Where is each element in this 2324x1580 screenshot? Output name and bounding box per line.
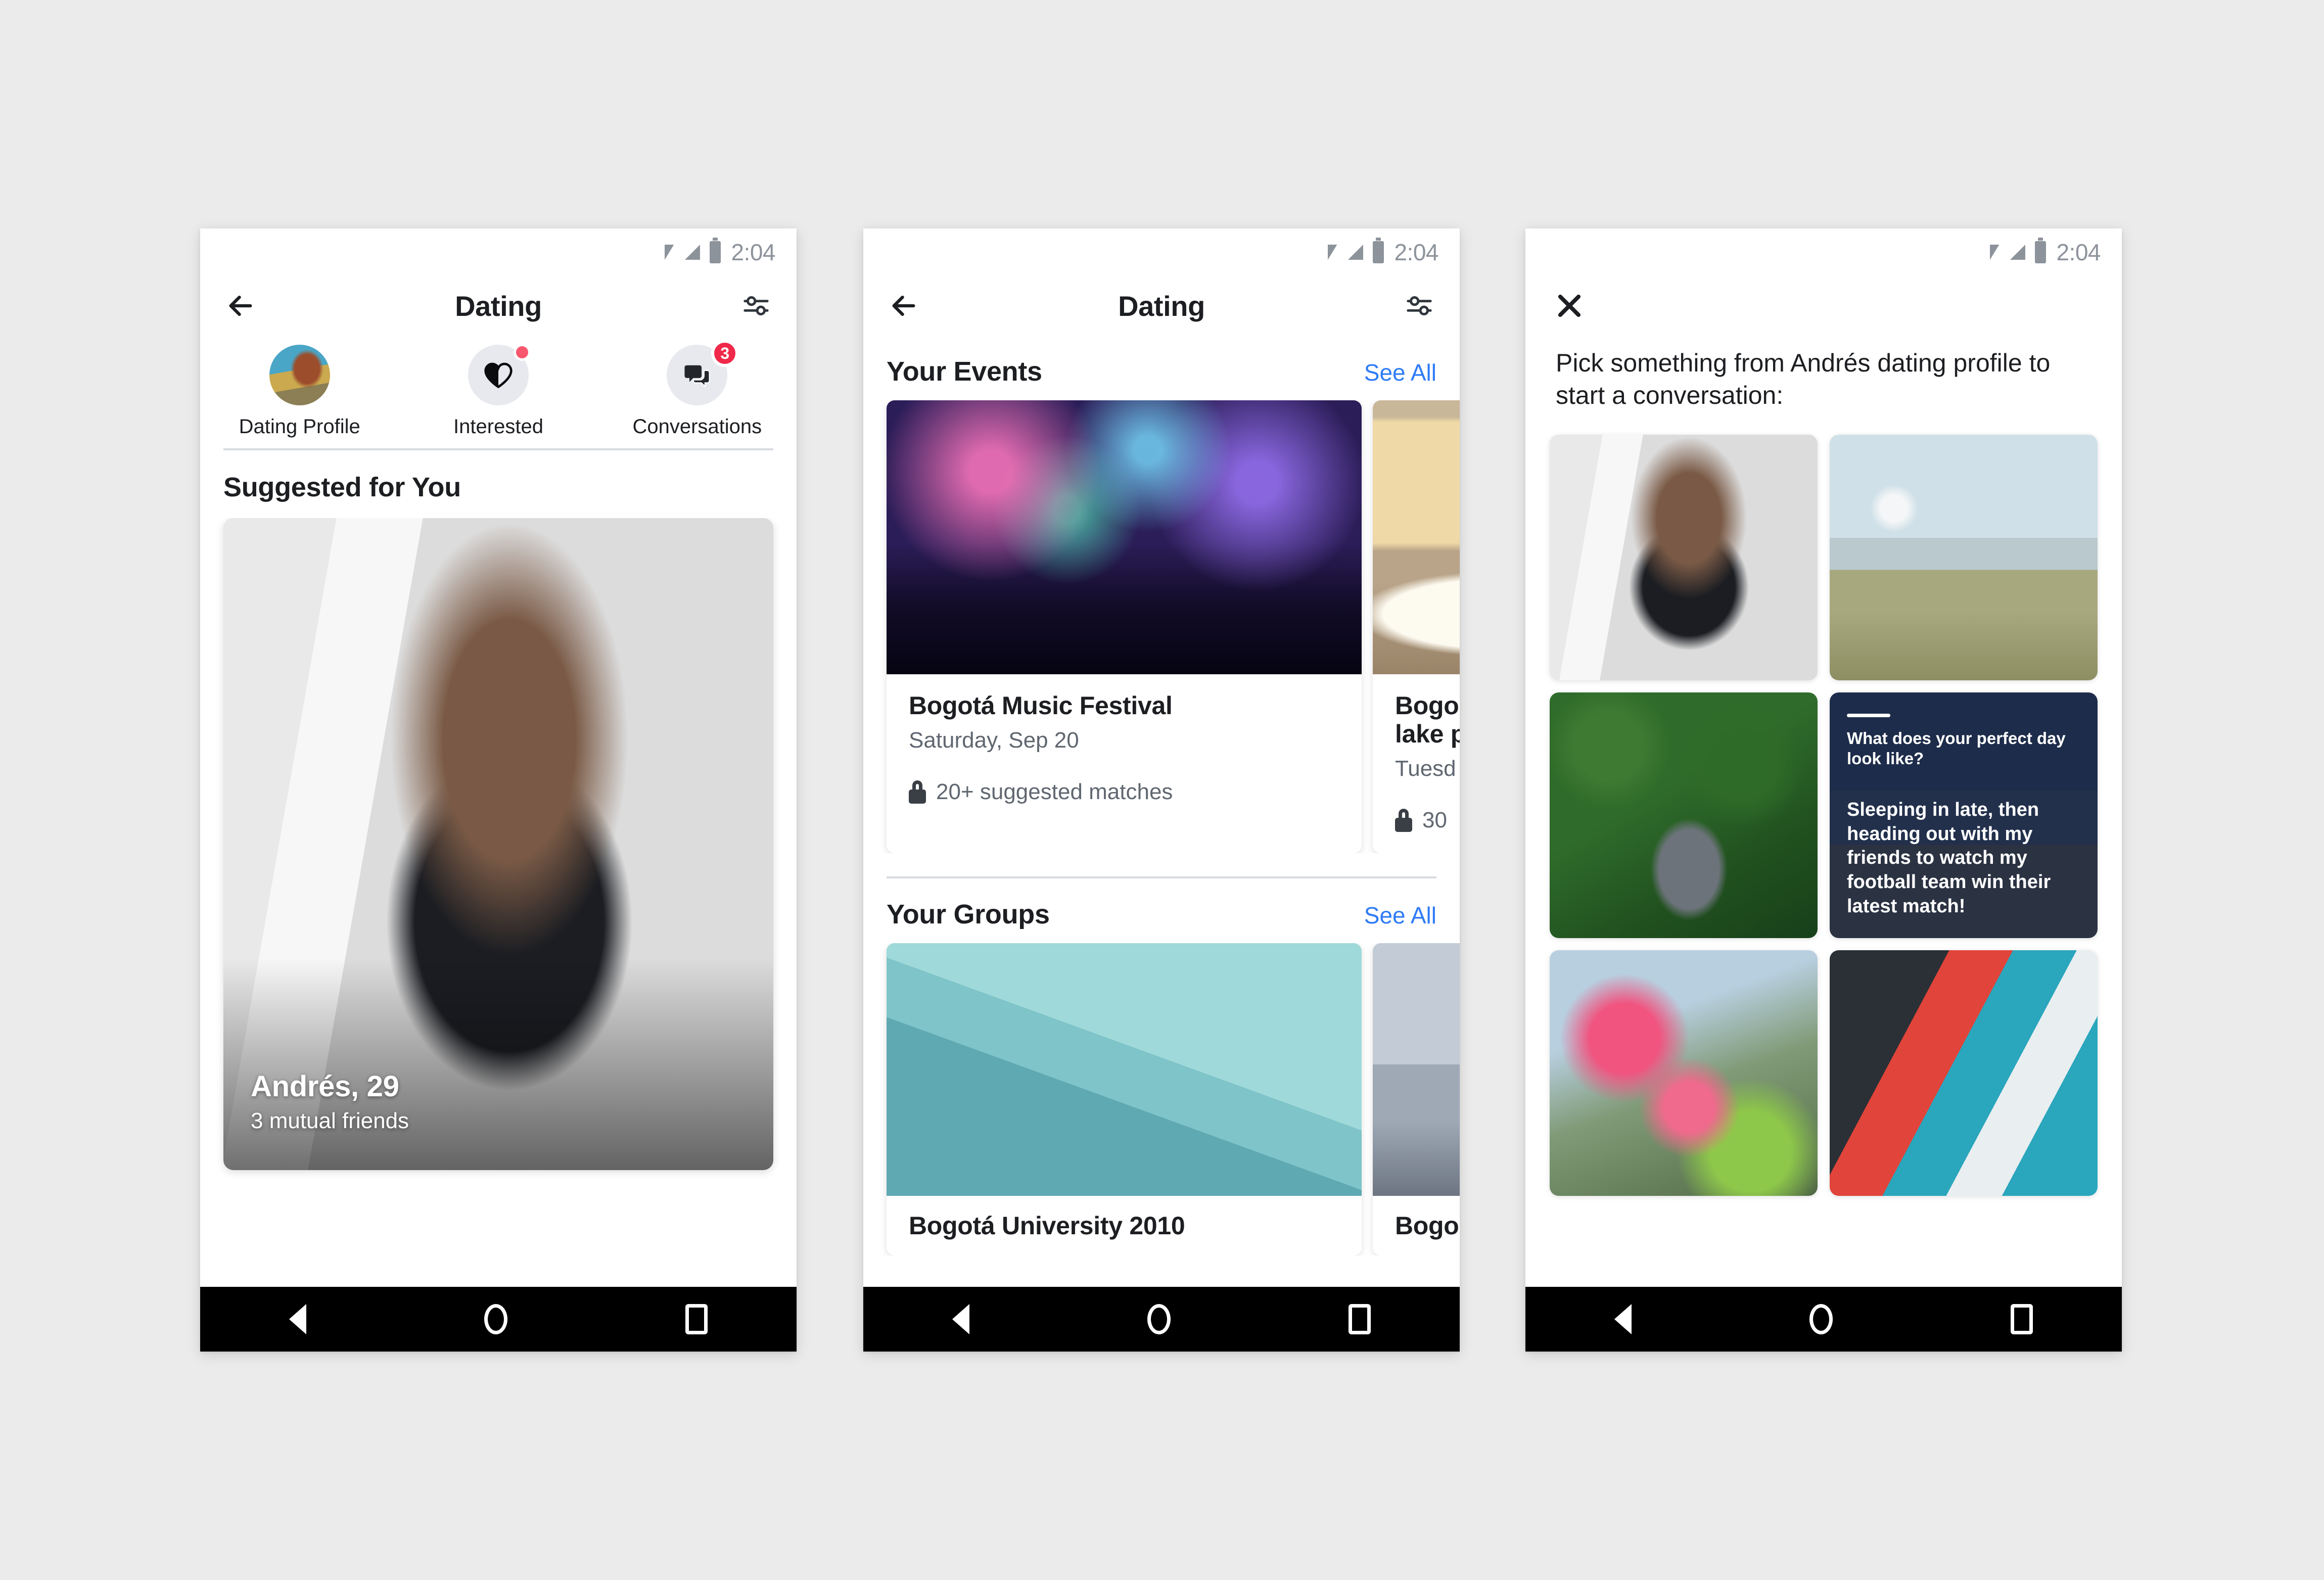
section-heading: Your Groups	[887, 899, 1050, 930]
event-photo	[1373, 400, 1460, 674]
signal-icon	[685, 245, 701, 260]
avatar	[269, 345, 330, 405]
battery-icon	[1373, 238, 1384, 263]
android-back-icon[interactable]	[274, 1304, 306, 1334]
tile-photo-stool[interactable]	[1550, 435, 1818, 680]
tile-prompt-answer[interactable]: What does your perfect day look like? Sl…	[1830, 692, 2098, 938]
sliders-icon[interactable]	[1403, 290, 1435, 322]
group-photo	[1373, 943, 1460, 1196]
events-section-header: Your Events See All	[863, 336, 1460, 400]
tab-label: Conversations	[632, 415, 762, 438]
events-rail[interactable]: Bogotá Music Festival Saturday, Sep 20 2…	[863, 400, 1460, 853]
tab-interested[interactable]: Interested	[399, 344, 597, 438]
event-card[interactable]: Bogotá Music Festival Saturday, Sep 20 2…	[887, 400, 1362, 853]
phone-screen-dating-home: 2:04 Dating Dating Profile Interested 3 …	[200, 228, 797, 1352]
android-nav-bar	[1525, 1287, 2122, 1352]
tab-strip: Dating Profile Interested 3 Conversation…	[200, 336, 797, 443]
nav-bar: Dating	[863, 276, 1460, 336]
android-back-icon[interactable]	[937, 1304, 969, 1334]
page-title: Dating	[455, 290, 542, 322]
android-home-icon[interactable]	[484, 1304, 507, 1334]
event-date: Saturday, Sep 20	[909, 728, 1079, 753]
rule-divider	[1847, 714, 1890, 717]
status-bar: 2:04	[863, 228, 1460, 276]
profile-tiles-scroll: What does your perfect day look like? Sl…	[1525, 411, 2122, 1287]
screenshot-stage: 2:04 Dating Dating Profile Interested 3 …	[0, 0, 2324, 1580]
group-card[interactable]: Bogotá University 2010	[887, 943, 1362, 1256]
battery-icon	[2035, 238, 2047, 263]
android-recents-icon[interactable]	[2011, 1304, 2033, 1334]
groups-section-header: Your Groups See All	[863, 878, 1460, 943]
see-all-groups-link[interactable]: See All	[1364, 902, 1436, 929]
suggested-profile-card[interactable]: Andrés, 29 3 mutual friends	[223, 518, 773, 1170]
status-time: 2:04	[1394, 239, 1438, 265]
tile-photo-drone[interactable]	[1830, 435, 2098, 680]
wifi-icon	[1990, 245, 2000, 260]
page-title: Dating	[1118, 290, 1205, 322]
android-nav-bar	[200, 1287, 797, 1352]
sliders-icon[interactable]	[740, 290, 772, 322]
lock-icon	[909, 780, 926, 804]
status-time: 2:04	[2056, 239, 2101, 265]
tile-photo-flowers[interactable]	[1550, 950, 1818, 1196]
close-x-icon[interactable]	[1554, 290, 1585, 321]
event-title: Bogo	[1395, 691, 1459, 720]
wifi-icon	[665, 245, 674, 260]
group-title: Bogo	[1395, 1212, 1459, 1240]
signal-icon	[1348, 245, 1364, 260]
event-title-line2: lake p	[1395, 720, 1460, 748]
group-card[interactable]: Bogo	[1373, 943, 1460, 1256]
status-time: 2:04	[731, 239, 775, 265]
nav-bar: Dating	[200, 276, 797, 336]
tab-conversations[interactable]: 3 Conversations	[598, 340, 797, 438]
prompt-text: Pick something from Andrés dating profil…	[1556, 349, 2051, 409]
signal-icon	[2010, 245, 2026, 260]
tile-photo-greenwall[interactable]	[1550, 692, 1818, 938]
event-matches-count: 20+ suggested matches	[936, 779, 1173, 804]
android-home-icon[interactable]	[1809, 1304, 1833, 1334]
android-recents-icon[interactable]	[1349, 1304, 1371, 1334]
android-nav-bar	[863, 1287, 1460, 1352]
section-heading: Your Events	[887, 356, 1042, 387]
prompt-answer: Sleeping in late, then heading out with …	[1847, 799, 2051, 917]
status-badge	[513, 344, 531, 361]
page-section-title: Suggested for You	[223, 472, 461, 502]
group-title: Bogotá University 2010	[909, 1212, 1185, 1240]
event-card[interactable]: Bogo lake p Tuesd 30	[1373, 400, 1460, 853]
mutual-friends-count: 3 mutual friends	[251, 1108, 409, 1133]
group-photo	[887, 943, 1362, 1196]
tab-label: Dating Profile	[239, 415, 360, 438]
groups-rail[interactable]: Bogotá University 2010 Bogo	[863, 943, 1460, 1256]
event-date: Tuesd	[1395, 756, 1456, 781]
tile-photo-mural[interactable]	[1830, 950, 2098, 1196]
heart-icon	[484, 362, 513, 389]
event-matches-count: 30	[1422, 808, 1447, 832]
status-bar: 2:04	[200, 228, 797, 276]
profile-name: Andrés, 29	[251, 1070, 399, 1103]
phone-screen-pick-conversation-starter: 2:04 Pick something from Andrés dating p…	[1525, 228, 2122, 1352]
tab-dating-profile[interactable]: Dating Profile	[200, 345, 399, 438]
prompt-question: What does your perfect day look like?	[1847, 729, 2066, 768]
battery-icon	[710, 238, 721, 263]
suggested-list: Andrés, 29 3 mutual friends	[200, 518, 797, 1287]
tab-label: Interested	[453, 415, 543, 438]
status-bar: 2:04	[1525, 228, 2122, 276]
event-photo	[887, 400, 1362, 674]
see-all-events-link[interactable]: See All	[1364, 359, 1436, 386]
photo-grid: What does your perfect day look like? Sl…	[1525, 411, 2122, 1196]
status-badge: 3	[711, 340, 739, 367]
nav-bar	[1525, 276, 2122, 336]
event-title: Bogotá Music Festival	[909, 691, 1173, 720]
android-recents-icon[interactable]	[685, 1304, 708, 1334]
android-back-icon[interactable]	[1599, 1304, 1632, 1334]
lock-icon	[1395, 809, 1412, 832]
android-home-icon[interactable]	[1147, 1304, 1171, 1334]
phone-screen-events-groups: 2:04 Dating Your Events See All Bogotá M…	[863, 228, 1460, 1352]
content-scroll: Your Events See All Bogotá Music Festiva…	[863, 336, 1460, 1287]
wifi-icon	[1328, 245, 1337, 260]
chat-bubbles-icon	[684, 365, 710, 388]
